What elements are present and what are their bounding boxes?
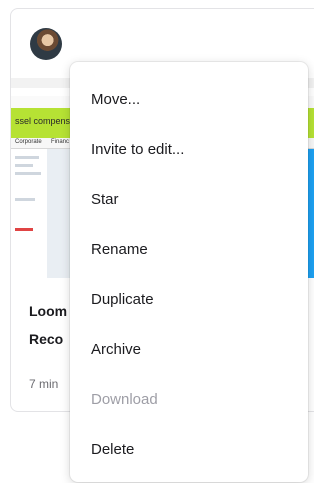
menu-item-delete[interactable]: Delete [70,424,308,474]
menu-item-label: Star [91,190,119,208]
menu-item-label: Duplicate [91,290,154,308]
menu-item-label: Delete [91,440,135,458]
thumbnail-content-panel [11,138,47,278]
video-library-page: ssel compensation cap Corporate Financ L… [0,0,314,483]
thumbnail-red-mark [15,228,33,231]
menu-item-move[interactable]: Move... [70,74,308,124]
video-meta: 7 min [29,377,59,391]
menu-item-archive[interactable]: Archive [70,324,308,374]
video-title-line-2[interactable]: Reco [29,329,63,349]
menu-item-label: Archive [91,340,142,358]
menu-item-label: Download [91,390,158,408]
thumbnail-line [15,198,35,201]
menu-item-label: Move... [91,90,141,108]
thumbnail-tab-left: Corporate [15,139,42,145]
menu-item-rename[interactable]: Rename [70,224,308,274]
thumbnail-line [15,156,39,159]
thumbnail-tab-right: Financ [51,139,70,145]
menu-item-label: Invite to edit... [91,140,185,158]
menu-item-invite-to-edit[interactable]: Invite to edit... [70,124,308,174]
menu-item-duplicate[interactable]: Duplicate [70,274,308,324]
menu-item-star[interactable]: Star [70,174,308,224]
menu-item-download: Download [70,374,308,424]
menu-item-label: Rename [91,240,148,258]
thumbnail-line [15,164,33,167]
thumbnail-line [15,172,41,175]
context-menu: Move... Invite to edit... Star Rename Du… [70,62,308,482]
video-title-line-1[interactable]: Loom [29,301,67,321]
avatar[interactable] [30,28,62,60]
